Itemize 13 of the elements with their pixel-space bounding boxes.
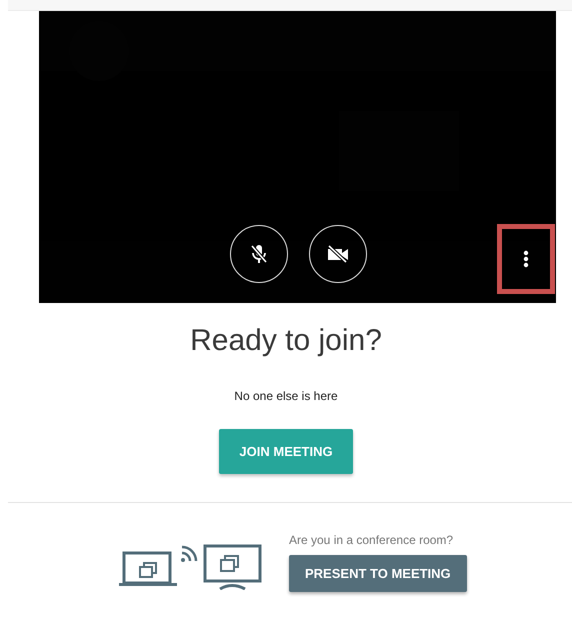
more-options-icon <box>523 250 529 268</box>
wireless-signal-icon <box>181 544 199 562</box>
present-to-meeting-button[interactable]: PRESENT TO MEETING <box>289 555 467 592</box>
page-title: Ready to join? <box>189 323 383 359</box>
microphone-button[interactable] <box>230 225 288 283</box>
status-text: No one else is here <box>233 389 339 403</box>
more-options-button[interactable] <box>497 224 555 294</box>
microphone-icon <box>250 244 268 264</box>
conference-room-question: Are you in a conference room? <box>289 533 454 547</box>
join-meeting-button[interactable]: JOIN MEETING <box>219 429 353 474</box>
camera-icon <box>327 245 349 263</box>
display-icon <box>203 544 263 590</box>
camera-button[interactable] <box>309 225 367 283</box>
